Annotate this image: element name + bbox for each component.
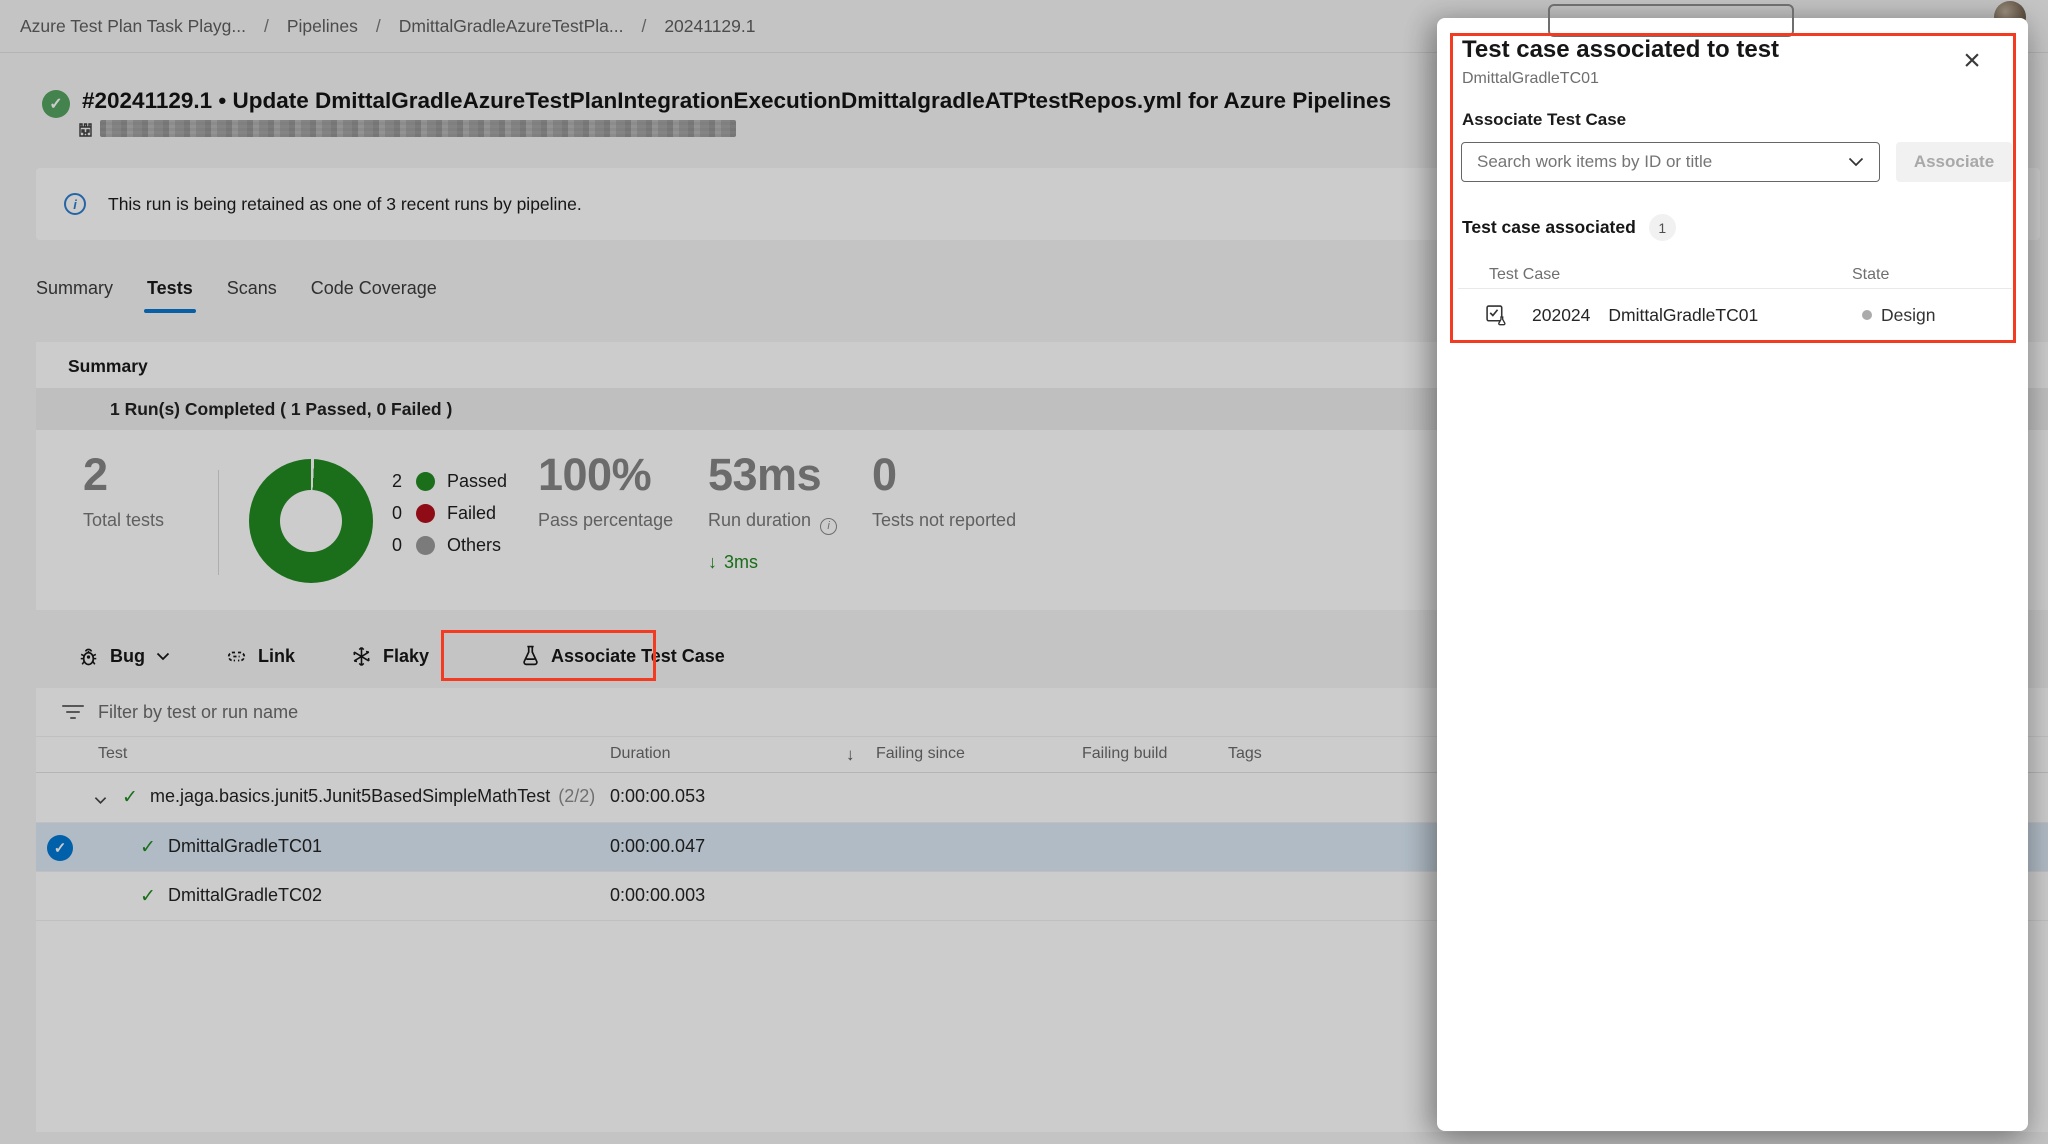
panel-column-test-case: Test Case <box>1489 266 1560 284</box>
test-case-id[interactable]: 202024 <box>1532 305 1590 326</box>
chevron-down-icon[interactable] <box>1848 157 1864 167</box>
work-item-search-input[interactable] <box>1477 152 1848 172</box>
test-case-icon <box>1485 304 1508 327</box>
associated-section-title: Test case associated <box>1462 217 1636 238</box>
panel-column-state: State <box>1852 266 1889 284</box>
panel-title: Test case associated to test <box>1462 36 1779 64</box>
header-search-box[interactable] <box>1548 4 1794 37</box>
test-case-state: Design <box>1862 305 1935 326</box>
state-dot-icon <box>1862 310 1872 320</box>
associate-button[interactable]: Associate <box>1896 142 2012 182</box>
associated-section-header: Test case associated 1 <box>1462 214 1676 241</box>
app-screen: Azure Test Plan Task Playg... / Pipeline… <box>0 0 2048 1144</box>
test-case-name[interactable]: DmittalGradleTC01 <box>1608 305 1758 326</box>
associated-count-badge: 1 <box>1649 214 1676 241</box>
close-icon[interactable]: × <box>1953 42 1991 80</box>
associated-test-case-row[interactable]: 202024 DmittalGradleTC01 Design <box>1458 289 2012 341</box>
associate-test-case-heading: Associate Test Case <box>1462 110 1626 130</box>
associate-test-case-panel: Test case associated to test × DmittalGr… <box>1437 18 2028 1131</box>
work-item-search-field <box>1461 142 1880 182</box>
state-text: Design <box>1881 305 1935 326</box>
panel-subtitle: DmittalGradleTC01 <box>1462 70 1599 88</box>
